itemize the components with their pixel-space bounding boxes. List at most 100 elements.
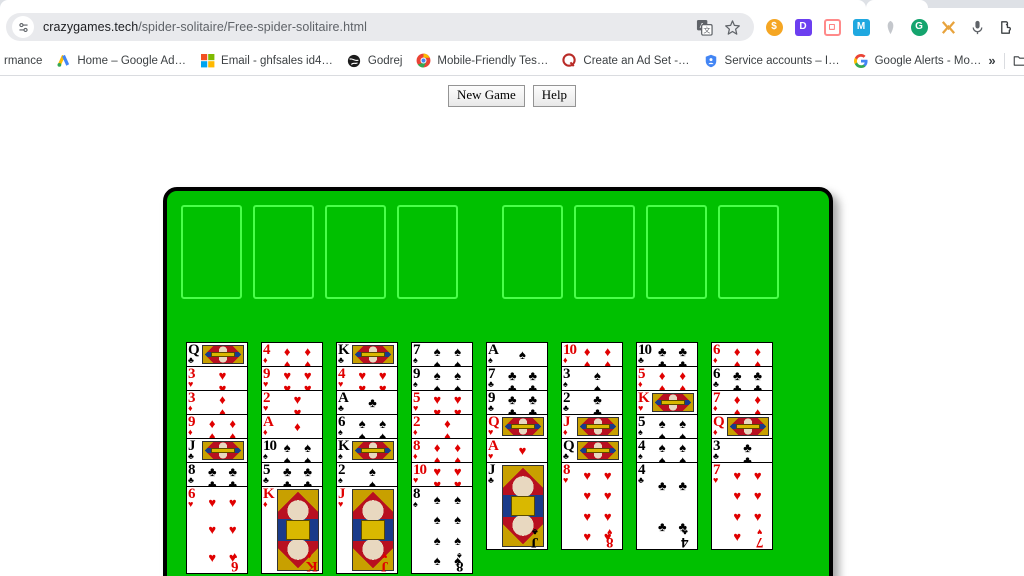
card-10-♣[interactable]: 10♣♣♣♣♣♣♣♣♣♣♣: [636, 342, 698, 367]
card-5-♦[interactable]: 5♦♦♦♦♦♦: [636, 366, 698, 391]
card-9-♣[interactable]: 9♣♣♣♣♣♣♣♣♣♣: [486, 390, 548, 415]
card-K-♦[interactable]: K ♦ K ♦: [261, 486, 323, 574]
foundation-slot-4[interactable]: [397, 205, 458, 299]
card-7-♥[interactable]: 7 ♥ ♥ ♥ ♥ ♥ ♥ ♥ ♥ 7 ♥: [711, 462, 773, 550]
card-pips: ♣♣♣: [727, 441, 768, 462]
folder-icon[interactable]: [1013, 53, 1024, 68]
card-A-♣[interactable]: A ♣ ♣: [336, 390, 398, 415]
voice-search-icon[interactable]: [965, 15, 989, 39]
grey-extension-icon[interactable]: [878, 15, 902, 39]
card-4-♥[interactable]: 4 ♥ ♥ ♥ ♥ ♥: [336, 366, 398, 391]
card-J-♥[interactable]: J ♥ J ♥: [336, 486, 398, 574]
d-extension-icon[interactable]: D: [791, 15, 815, 39]
card-2-♠[interactable]: 2 ♠ ♠ ♠: [336, 462, 398, 487]
url-text[interactable]: crazygames.tech/spider-solitaire/Free-sp…: [43, 20, 367, 34]
card-3-♦[interactable]: 3♦♦♦♦: [186, 390, 248, 415]
card-9-♦[interactable]: 9♦♦♦♦♦♦♦♦♦♦: [186, 414, 248, 439]
card-Q-♦[interactable]: Q ♦: [711, 414, 773, 439]
tableau-column-3[interactable]: K♣4♥♥♥♥♥A♣♣6♠♠♠♠♠♠♠K♠2♠♠♠J♥J♥: [336, 342, 398, 574]
card-7-♠[interactable]: 7♠♠♠♠♠♠♠♠: [411, 342, 473, 367]
card-2-♥[interactable]: 2 ♥ ♥ ♥: [261, 390, 323, 415]
card-Q-♥[interactable]: Q ♥: [486, 414, 548, 439]
help-button[interactable]: Help: [532, 85, 577, 107]
card-10-♠[interactable]: 10♠♠♠♠♠♠♠♠♠♠♠: [261, 438, 323, 463]
card-Q-♣[interactable]: Q ♣: [186, 342, 248, 367]
card-8-♣[interactable]: 8♣♣♣♣♣♣♣♣♣: [186, 462, 248, 487]
card-2-♣[interactable]: 2 ♣ ♣ ♣: [561, 390, 623, 415]
card-Q-♣[interactable]: Q ♣: [561, 438, 623, 463]
card-10-♥[interactable]: 10♥♥♥♥♥♥♥♥♥♥♥: [411, 462, 473, 487]
bookmark-item[interactable]: Mobile-Friendly Tes…: [409, 49, 555, 72]
new-game-button[interactable]: New Game: [447, 85, 525, 107]
tableau-column-5[interactable]: A♠♠7♣♣♣♣♣♣♣♣9♣♣♣♣♣♣♣♣♣♣Q♥A♥♥J♣J♣: [486, 342, 548, 550]
mailtrack-extension-icon[interactable]: M: [849, 15, 873, 39]
card-A-♦[interactable]: A ♦ ♦: [261, 414, 323, 439]
tableau-column-6[interactable]: 10♦♦♦♦♦♦♦♦♦♦♦3♠♠♠♠2♣♣♣J♦Q♣8♥♥♥♥♥♥♥♥♥8♥: [561, 342, 623, 550]
camera-capture-extension-icon[interactable]: ◻: [820, 15, 844, 39]
card-8-♠[interactable]: 8 ♠ ♠ ♠ ♠ ♠ ♠ ♠ ♠ ♠ 8 ♠: [411, 486, 473, 574]
bookmark-item[interactable]: Google Alerts - Mo…: [847, 49, 989, 72]
seo-money-extension-icon[interactable]: $: [762, 15, 786, 39]
foundation-slot-6[interactable]: [574, 205, 635, 299]
card-K-♣[interactable]: K ♣: [336, 342, 398, 367]
bookmark-item[interactable]: Create an Ad Set -…: [555, 49, 696, 72]
extensions-puzzle-icon[interactable]: [994, 15, 1018, 39]
bookmark-item[interactable]: Service accounts – I…: [697, 49, 847, 72]
bookmark-item[interactable]: Email - ghfsales id4…: [193, 49, 340, 72]
site-settings-icon[interactable]: [12, 16, 34, 38]
address-bar[interactable]: crazygames.tech/spider-solitaire/Free-sp…: [6, 13, 754, 41]
card-6-♦[interactable]: 6♦♦♦♦♦♦♦: [711, 342, 773, 367]
card-5-♣[interactable]: 5♣♣♣♣♣♣: [261, 462, 323, 487]
bookmark-overflow-button[interactable]: »: [988, 53, 995, 68]
foundation-slot-1[interactable]: [181, 205, 242, 299]
card-2-♦[interactable]: 2 ♦ ♦ ♦: [411, 414, 473, 439]
tab-stub[interactable]: [866, 0, 928, 8]
card-7-♣[interactable]: 7♣♣♣♣♣♣♣♣: [486, 366, 548, 391]
bookmark-item[interactable]: rmance: [4, 51, 49, 71]
card-9-♥[interactable]: 9♥♥♥♥♥♥♥♥♥♥: [261, 366, 323, 391]
card-4-♦[interactable]: 4 ♦ ♦ ♦ ♦ ♦: [261, 342, 323, 367]
url-host: crazygames.tech: [43, 20, 139, 34]
card-8-♦[interactable]: 8♦♦♦♦♦♦♦♦♦: [411, 438, 473, 463]
foundation-slot-2[interactable]: [253, 205, 314, 299]
card-7-♦[interactable]: 7♦♦♦♦♦♦♦♦: [711, 390, 773, 415]
bookmark-item[interactable]: Godrej: [340, 49, 410, 72]
card-6-♣[interactable]: 6♣♣♣♣♣♣♣: [711, 366, 773, 391]
tableau-column-4[interactable]: 7♠♠♠♠♠♠♠♠9♠♠♠♠♠♠♠♠♠♠5♥♥♥♥♥♥2♦♦♦8♦♦♦♦♦♦♦♦…: [411, 342, 473, 574]
translate-icon[interactable]: A 文: [692, 15, 716, 39]
card-A-♠[interactable]: A ♠ ♠: [486, 342, 548, 367]
card-J-♣[interactable]: J ♣ J ♣: [486, 462, 548, 550]
card-3-♥[interactable]: 3♥♥♥♥: [186, 366, 248, 391]
tableau-column-7[interactable]: 10♣♣♣♣♣♣♣♣♣♣♣5♦♦♦♦♦♦K♥5♠♠♠♠♠♠4♠♠♠♠♠4♣♣♣♣…: [636, 342, 698, 550]
card-K-♥[interactable]: K ♥: [636, 390, 698, 415]
card-J-♣[interactable]: J ♣: [186, 438, 248, 463]
card-A-♥[interactable]: A ♥ ♥: [486, 438, 548, 463]
tableau-column-8[interactable]: 6♦♦♦♦♦♦♦6♣♣♣♣♣♣♣7♦♦♦♦♦♦♦♦Q♦3♣♣♣♣7♥♥♥♥♥♥♥…: [711, 342, 773, 550]
tableau-column-1[interactable]: Q♣3♥♥♥♥3♦♦♦♦9♦♦♦♦♦♦♦♦♦♦J♣8♣♣♣♣♣♣♣♣♣6♥♥♥♥…: [186, 342, 248, 574]
card-3-♠[interactable]: 3♠♠♠♠: [561, 366, 623, 391]
grammarly-extension-icon[interactable]: G: [907, 15, 931, 39]
foundation-slot-3[interactable]: [325, 205, 386, 299]
card-8-♥[interactable]: 8 ♥ ♥ ♥ ♥ ♥ ♥ ♥ ♥ ♥ 8 ♥: [561, 462, 623, 550]
tools-extension-icon[interactable]: [936, 15, 960, 39]
active-tab-stub[interactable]: [0, 0, 866, 8]
tableau-column-2[interactable]: 4♦♦♦♦♦9♥♥♥♥♥♥♥♥♥♥2♥♥♥A♦♦10♠♠♠♠♠♠♠♠♠♠♠5♣♣…: [261, 342, 323, 574]
card-9-♠[interactable]: 9♠♠♠♠♠♠♠♠♠♠: [411, 366, 473, 391]
card-10-♦[interactable]: 10♦♦♦♦♦♦♦♦♦♦♦: [561, 342, 623, 367]
foundation-slot-8[interactable]: [718, 205, 779, 299]
card-J-♦[interactable]: J ♦: [561, 414, 623, 439]
card-K-♠[interactable]: K ♠: [336, 438, 398, 463]
bookmark-item[interactable]: Home – Google Ad…: [49, 49, 193, 72]
card-6-♥[interactable]: 6 ♥ ♥ ♥ ♥ ♥ ♥ ♥ 6 ♥: [186, 486, 248, 574]
card-corner-index: Q ♣: [188, 343, 202, 365]
card-corner-index: 8 ♣: [188, 463, 202, 485]
card-5-♥[interactable]: 5♥♥♥♥♥♥: [411, 390, 473, 415]
foundation-slot-5[interactable]: [502, 205, 563, 299]
card-4-♠[interactable]: 4 ♠ ♠ ♠ ♠ ♠: [636, 438, 698, 463]
card-5-♠[interactable]: 5♠♠♠♠♠♠: [636, 414, 698, 439]
card-4-♣[interactable]: 4 ♣ ♣ ♣ ♣ ♣ 4 ♣: [636, 462, 698, 550]
bookmark-star-icon[interactable]: [720, 15, 744, 39]
card-6-♠[interactable]: 6♠♠♠♠♠♠♠: [336, 414, 398, 439]
card-3-♣[interactable]: 3♣♣♣♣: [711, 438, 773, 463]
foundation-slot-7[interactable]: [646, 205, 707, 299]
